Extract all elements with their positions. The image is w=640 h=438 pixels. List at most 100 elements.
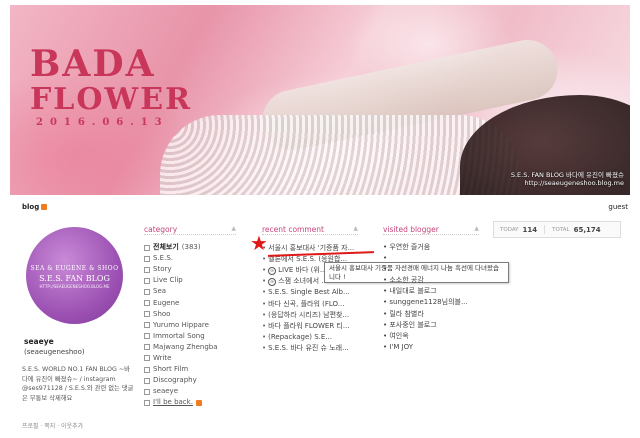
recent-comment-item[interactable]: • (응답하라 시리즈) 남편찾... [262, 310, 354, 321]
category-item-label: seaeye [153, 387, 178, 396]
banner-caption-line2: http://seaeugeneshoo.blog.me [524, 179, 625, 187]
category-item-label: 전체보기 [153, 243, 179, 252]
category-item-label: Yurumo Hippare [153, 320, 209, 329]
category-header-label: category [144, 225, 178, 234]
recent-comment-item[interactable]: • S.E.S. 바다 유진 슈 노래... [262, 343, 354, 354]
banner-title-line2: FLOWER [30, 82, 193, 117]
visited-blogger-item[interactable]: • 포사중인 블로그 [383, 320, 468, 331]
profile-id: (seaeugeneshoo) [24, 348, 85, 356]
recent-comment-text: LIVE 바다 (위... [278, 266, 327, 275]
profile-links[interactable]: 프로필 · 쪽지 · 이웃추가 [22, 421, 83, 430]
category-item-label: Immortal Song [153, 331, 205, 340]
visited-blogger-item[interactable]: • [383, 253, 468, 264]
collapse-arrow-icon[interactable]: ▲ [231, 225, 236, 232]
visited-blogger-header[interactable]: visited blogger ▲ [383, 225, 479, 235]
recent-comment-item[interactable]: • 바다 신곡, 플라워 (FLO... [262, 298, 354, 309]
bullet-icon: • [262, 277, 267, 286]
blog-logo[interactable]: blog [22, 203, 48, 211]
category-header[interactable]: category ▲ [144, 225, 236, 235]
visited-blogger-item[interactable]: • I'M JOY [383, 342, 468, 353]
link-icon: ∞ [268, 266, 277, 275]
folder-icon [144, 266, 150, 273]
guest-link[interactable]: guest [608, 203, 628, 211]
collapse-arrow-icon[interactable]: ▲ [353, 225, 358, 232]
bullet-icon: • [262, 343, 267, 352]
bullet-icon: • [262, 310, 267, 319]
recent-comment-header-label: recent comment [262, 225, 324, 234]
category-item[interactable]: Short Film [144, 364, 218, 375]
category-item[interactable]: Write [144, 353, 218, 364]
folder-icon [144, 300, 150, 307]
banner-title: BADA FLOWER [30, 46, 193, 117]
recent-comment-header[interactable]: recent comment ▲ [262, 225, 358, 235]
folder-icon [144, 366, 150, 373]
visited-blogger-item[interactable]: • [383, 264, 468, 275]
visited-blogger-item[interactable]: • 릴라 참별라 [383, 309, 468, 320]
collapse-arrow-icon[interactable]: ▲ [474, 225, 479, 232]
bullet-icon: • [262, 299, 267, 308]
visited-blogger-item[interactable]: • 우연한 즐거움 [383, 242, 468, 253]
profile-image[interactable]: SEA & EUGENE & SHOO S.E.S. FAN BLOG HTTP… [26, 227, 123, 324]
category-item[interactable]: Shoo [144, 309, 218, 320]
blog-logo-text: blog [22, 203, 40, 211]
category-item-label: Majwang Zhengba [153, 342, 218, 351]
total-count: 65,174 [573, 225, 601, 234]
today-count: 114 [522, 225, 538, 234]
profile-description: S.E.S. WORLD NO.1 FAN BLOG ~바다에 유진이 빠졌슈~… [22, 366, 134, 402]
banner-caption: S.E.S. FAN BLOG 바다에 유진이 빠졌슈 http://seaeu… [511, 171, 624, 187]
folder-icon [144, 277, 150, 284]
header-banner[interactable]: BADA FLOWER 2016.06.13 S.E.S. FAN BLOG 바… [10, 5, 630, 195]
bullet-icon: • [262, 332, 267, 341]
category-item-label: S.E.S. [153, 254, 173, 263]
category-item-label: Short Film [153, 365, 189, 374]
visited-blogger-item[interactable]: • 소소한 공감 [383, 275, 468, 286]
visited-blogger-item[interactable]: • 여인옥 [383, 331, 468, 342]
category-item[interactable]: Yurumo Hippare [144, 320, 218, 331]
category-item[interactable]: S.E.S. [144, 253, 218, 264]
category-item[interactable]: Immortal Song [144, 331, 218, 342]
recent-comment-text: 스잼 소녀에서 ... [278, 277, 328, 286]
folder-icon [144, 344, 150, 351]
folder-icon [144, 322, 150, 329]
visited-blogger-list: • 우연한 즐거움 • • • 소소한 공감 • 내일대로 블로그 • sung… [383, 242, 468, 353]
profile-image-text3: HTTP://SEAEUGENESHOO.BLOG.ME [39, 284, 110, 289]
category-item[interactable]: Discography [144, 375, 218, 386]
recent-comment-text: 바다 플라워 FLOWER 티... [268, 321, 350, 330]
category-item[interactable]: Eugene [144, 297, 218, 308]
new-badge-icon [195, 399, 202, 406]
recent-comment-item[interactable]: • S.E.S. Single Best Alb... [262, 287, 354, 298]
category-item-all[interactable]: 전체보기 (383) [144, 242, 218, 253]
category-item[interactable]: Sea [144, 286, 218, 297]
category-item-label: Eugene [153, 298, 180, 307]
today-label: TODAY [500, 226, 519, 233]
visited-blogger-item[interactable]: • 내일대로 블로그 [383, 286, 468, 297]
category-item-label: I'll be back. [153, 398, 193, 407]
category-item[interactable]: seaeye [144, 386, 218, 397]
folder-icon [144, 377, 150, 384]
category-item-label: Write [153, 353, 172, 362]
folder-icon [144, 288, 150, 295]
folder-icon [144, 244, 150, 251]
bullet-icon: • [262, 321, 267, 330]
recent-comment-item[interactable]: • (Repackage) S.E... [262, 332, 354, 343]
visited-blogger-item[interactable]: • sunggene1128님의블... [383, 297, 468, 308]
category-item-label: Shoo [153, 309, 171, 318]
recent-comment-text: (응답하라 시리즈) 남편찾... [268, 310, 350, 319]
category-item-label: Sea [153, 287, 167, 296]
category-item[interactable]: Majwang Zhengba [144, 342, 218, 353]
folder-icon [144, 388, 150, 395]
category-item[interactable]: Story [144, 264, 218, 275]
bullet-icon: • [262, 288, 267, 297]
recent-comment-text: S.E.S. Single Best Alb... [268, 288, 350, 297]
category-item[interactable]: Live Clip [144, 275, 218, 286]
folder-icon [144, 255, 150, 262]
bullet-icon: • [262, 266, 267, 275]
folder-icon [144, 355, 150, 362]
recent-comment-item[interactable]: • 바다 플라워 FLOWER 티... [262, 321, 354, 332]
profile-name: seaeye [24, 337, 54, 346]
folder-icon [144, 399, 150, 406]
link-icon: ∞ [268, 277, 277, 286]
recent-comment-list: • 서울시 홍보대사 '기증품 자... • 멜론에서 S.E.S. (응원합...… [262, 243, 354, 354]
category-item[interactable]: I'll be back. [144, 397, 218, 408]
folder-icon [144, 311, 150, 318]
